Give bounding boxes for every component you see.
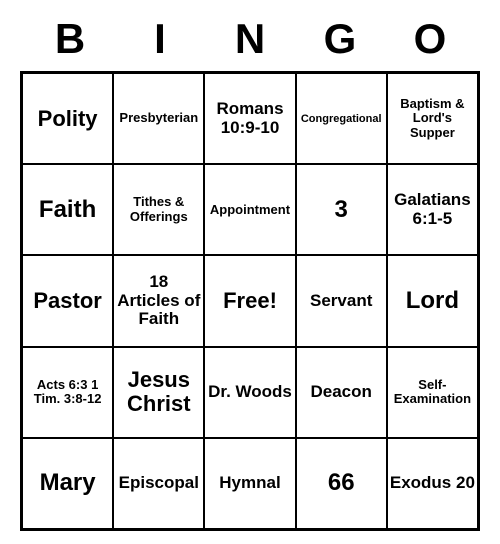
- bingo-cell[interactable]: Hymnal: [204, 438, 295, 529]
- cell-text: Faith: [39, 197, 96, 223]
- bingo-cell[interactable]: Deacon: [296, 347, 387, 438]
- cell-text: 3: [335, 197, 348, 223]
- cell-text: Dr. Woods: [208, 383, 292, 402]
- cell-text: Self-Examination: [390, 378, 475, 407]
- cell-text: 18 Articles of Faith: [116, 273, 201, 329]
- bingo-cell[interactable]: Faith: [22, 164, 113, 255]
- bingo-cell[interactable]: Free!: [204, 255, 295, 346]
- bingo-cell[interactable]: 18 Articles of Faith: [113, 255, 204, 346]
- bingo-cell[interactable]: Presbyterian: [113, 73, 204, 164]
- bingo-cell[interactable]: Tithes & Offerings: [113, 164, 204, 255]
- bingo-cell[interactable]: Servant: [296, 255, 387, 346]
- cell-text: Romans 10:9-10: [207, 100, 292, 137]
- header-b: B: [25, 15, 115, 63]
- cell-text: 66: [328, 470, 355, 496]
- bingo-grid: Polity Presbyterian Romans 10:9-10 Congr…: [20, 71, 480, 531]
- cell-text: Appointment: [210, 203, 290, 217]
- bingo-cell[interactable]: Self-Examination: [387, 347, 478, 438]
- cell-text: Galatians 6:1-5: [390, 191, 475, 228]
- bingo-cell[interactable]: Polity: [22, 73, 113, 164]
- bingo-header: B I N G O: [20, 15, 480, 63]
- header-o: O: [385, 15, 475, 63]
- bingo-cell[interactable]: Dr. Woods: [204, 347, 295, 438]
- bingo-cell[interactable]: Galatians 6:1-5: [387, 164, 478, 255]
- header-n: N: [205, 15, 295, 63]
- cell-text: Jesus Christ: [116, 368, 201, 416]
- bingo-cell[interactable]: Pastor: [22, 255, 113, 346]
- bingo-cell[interactable]: Romans 10:9-10: [204, 73, 295, 164]
- cell-text: Tithes & Offerings: [116, 195, 201, 224]
- cell-text: Exodus 20: [390, 474, 475, 493]
- cell-text: Mary: [40, 470, 96, 496]
- cell-text: Pastor: [33, 289, 101, 313]
- bingo-cell[interactable]: 3: [296, 164, 387, 255]
- cell-text: Hymnal: [219, 474, 280, 493]
- cell-text: Acts 6:3 1 Tim. 3:8-12: [25, 378, 110, 407]
- header-g: G: [295, 15, 385, 63]
- bingo-cell[interactable]: Acts 6:3 1 Tim. 3:8-12: [22, 347, 113, 438]
- bingo-cell[interactable]: 66: [296, 438, 387, 529]
- bingo-cell[interactable]: Mary: [22, 438, 113, 529]
- cell-text: Lord: [406, 288, 459, 314]
- bingo-cell[interactable]: Jesus Christ: [113, 347, 204, 438]
- cell-text: Deacon: [310, 383, 371, 402]
- bingo-cell[interactable]: Baptism & Lord's Supper: [387, 73, 478, 164]
- bingo-cell[interactable]: Exodus 20: [387, 438, 478, 529]
- cell-text: Episcopal: [119, 474, 199, 493]
- bingo-cell[interactable]: Episcopal: [113, 438, 204, 529]
- cell-text: Polity: [38, 107, 98, 131]
- header-i: I: [115, 15, 205, 63]
- bingo-cell[interactable]: Congregational: [296, 73, 387, 164]
- bingo-cell[interactable]: Appointment: [204, 164, 295, 255]
- cell-text: Baptism & Lord's Supper: [390, 97, 475, 140]
- bingo-cell[interactable]: Lord: [387, 255, 478, 346]
- cell-text: Presbyterian: [119, 111, 198, 125]
- cell-text: Servant: [310, 292, 372, 311]
- cell-text: Congregational: [301, 113, 382, 125]
- cell-text: Free!: [223, 289, 277, 313]
